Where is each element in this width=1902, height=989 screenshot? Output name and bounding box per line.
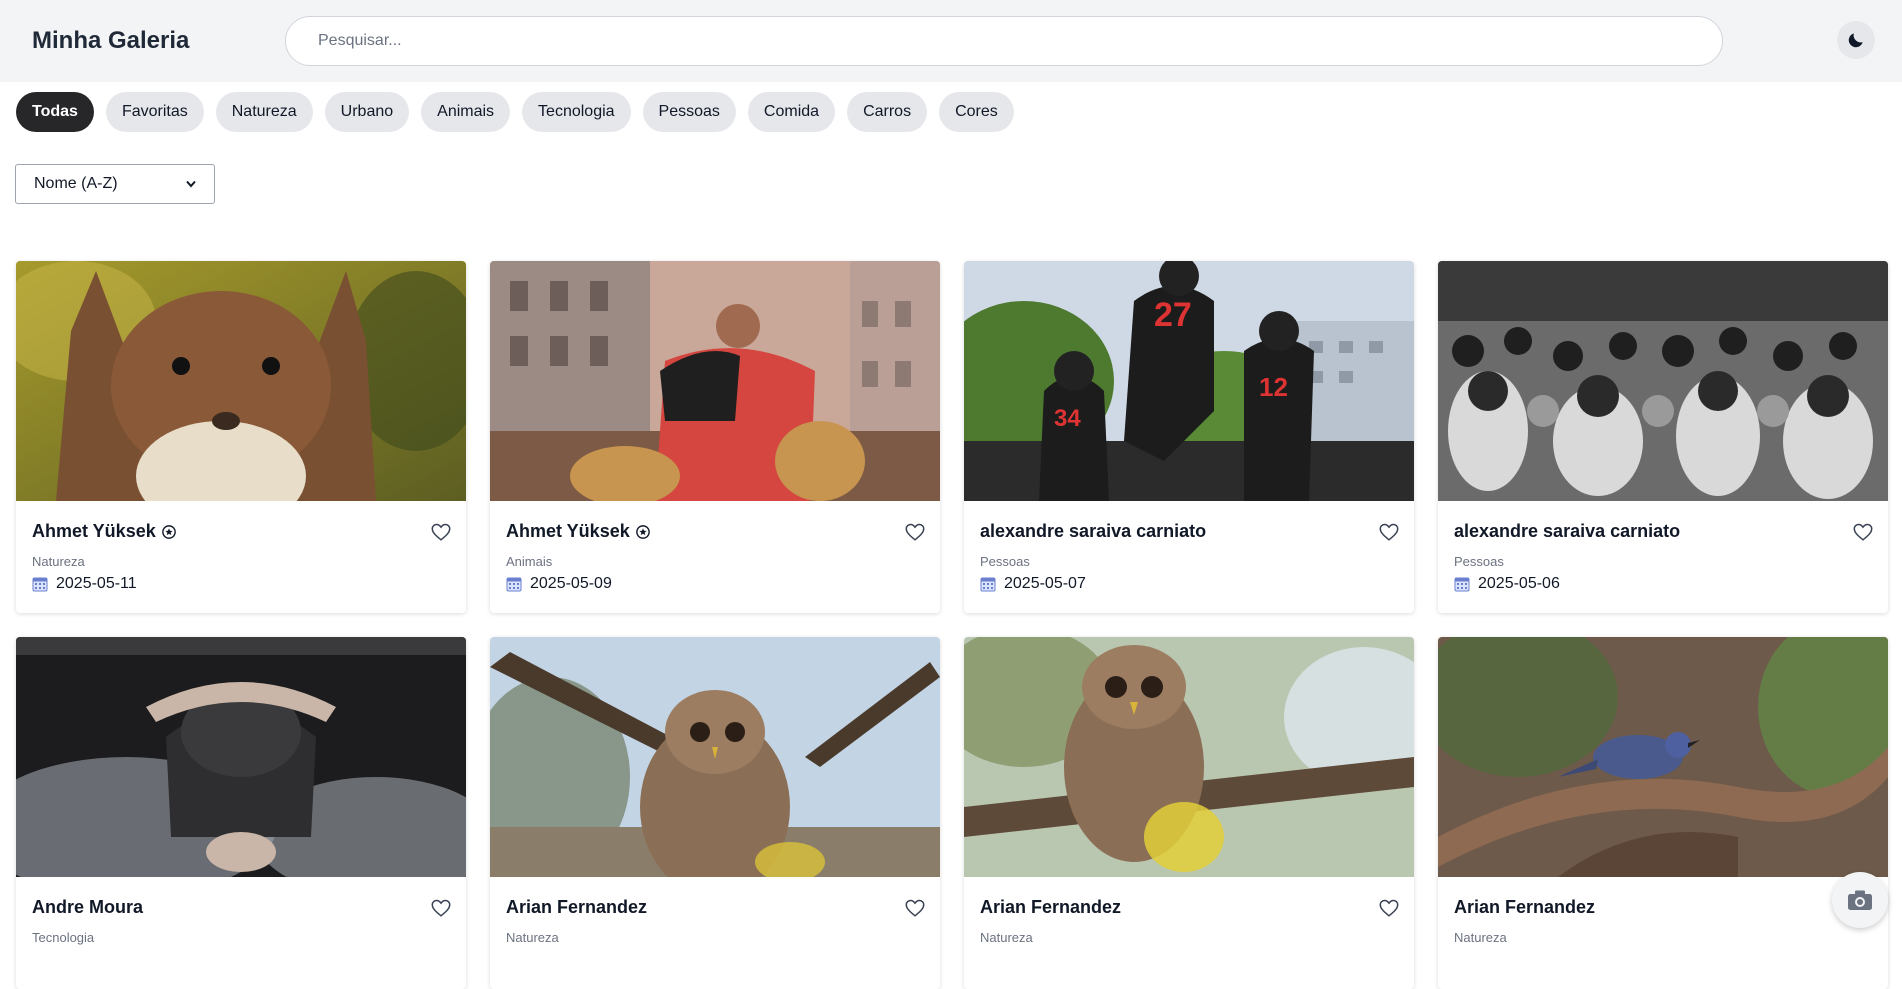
gallery-card[interactable]: Ahmet Yüksek Natureza 2025-05-11: [16, 261, 466, 613]
card-date: 2025-05-07: [1004, 575, 1086, 592]
svg-text:12: 12: [1259, 372, 1288, 402]
filter-chip-natureza[interactable]: Natureza: [215, 92, 313, 132]
gallery-card[interactable]: Andre Moura Tecnologia: [16, 637, 466, 989]
gallery-card[interactable]: 27 34 12 alexandre saraiva carniato Pess…: [964, 261, 1414, 613]
card-author: Arian Fernandez: [1454, 897, 1596, 917]
calendar-icon: [980, 577, 996, 592]
heart-icon[interactable]: [904, 897, 926, 919]
filter-chip-carros[interactable]: Carros: [847, 92, 928, 132]
svg-text:27: 27: [1154, 296, 1192, 334]
filter-chip-pessoas[interactable]: Pessoas: [642, 92, 736, 132]
filter-chip-urbano[interactable]: Urbano: [324, 92, 410, 132]
moon-icon: [1848, 33, 1863, 48]
card-category: Tecnologia: [32, 930, 95, 945]
calendar-icon: [32, 577, 48, 592]
gallery-card[interactable]: alexandre saraiva carniato Pessoas 2025-…: [1438, 261, 1888, 613]
filter-chip-comida[interactable]: Comida: [747, 92, 836, 132]
card-author: Arian Fernandez: [506, 897, 648, 917]
card-category: Natureza: [32, 554, 85, 569]
photo-squirrel[interactable]: [16, 261, 466, 501]
gallery-card[interactable]: Arian Fernandez Natureza: [964, 637, 1414, 989]
photo-crowd-bw[interactable]: [1438, 261, 1888, 501]
chevron-down-icon: [186, 180, 196, 188]
calendar-icon: [506, 577, 522, 592]
photo-owl-2[interactable]: [964, 637, 1414, 877]
header-bar: Minha Galeria: [0, 0, 1902, 82]
card-category: Pessoas: [980, 554, 1030, 569]
photo-owl-1[interactable]: [490, 637, 940, 877]
card-author: alexandre saraiva carniato: [1454, 521, 1681, 541]
filter-chip-tecnologia[interactable]: Tecnologia: [522, 92, 631, 132]
svg-text:34: 34: [1054, 405, 1081, 432]
card-author: Arian Fernandez: [980, 897, 1122, 917]
category-filter-bar: Todas Favoritas Natureza Urbano Animais …: [16, 92, 1014, 132]
camera-icon: [1848, 890, 1872, 910]
sort-select[interactable]: Nome (A-Z): [15, 164, 215, 204]
filter-chip-favoritas[interactable]: Favoritas: [105, 92, 204, 132]
filter-chip-todas[interactable]: Todas: [16, 92, 94, 132]
verified-badge-icon: [635, 524, 650, 539]
filter-chip-cores[interactable]: Cores: [939, 92, 1014, 132]
card-category: Pessoas: [1454, 554, 1504, 569]
heart-icon[interactable]: [1378, 897, 1400, 919]
sort-selected-value: Nome (A-Z): [34, 175, 118, 192]
card-category: Natureza: [506, 930, 559, 945]
card-date: 2025-05-06: [1478, 575, 1560, 592]
verified-badge-icon: [161, 524, 176, 539]
card-category: Natureza: [1454, 930, 1507, 945]
heart-icon[interactable]: [1852, 521, 1874, 543]
theme-toggle-button[interactable]: [1837, 21, 1875, 59]
card-date: 2025-05-09: [530, 575, 612, 592]
photo-man-with-dogs[interactable]: [490, 261, 940, 501]
camera-fab-button[interactable]: [1832, 872, 1888, 928]
filter-chip-animais[interactable]: Animais: [421, 92, 511, 132]
search-input[interactable]: [285, 16, 1723, 66]
photo-football-players[interactable]: 27 34 12: [964, 261, 1414, 501]
card-category: Animais: [506, 554, 553, 569]
card-date: 2025-05-11: [56, 575, 137, 592]
app-title: Minha Galeria: [32, 27, 190, 54]
card-author: Ahmet Yüksek: [506, 521, 630, 541]
gallery-card[interactable]: Arian Fernandez Natureza: [1438, 637, 1888, 989]
card-author: alexandre saraiva carniato: [980, 521, 1207, 541]
card-category: Natureza: [980, 930, 1033, 945]
card-author: Ahmet Yüksek: [32, 521, 156, 541]
gallery-card[interactable]: Ahmet Yüksek Animais 2025-05-09: [490, 261, 940, 613]
heart-icon[interactable]: [430, 521, 452, 543]
card-author: Andre Moura: [32, 897, 144, 917]
heart-icon[interactable]: [1378, 521, 1400, 543]
calendar-icon: [1454, 577, 1470, 592]
photo-blue-bird[interactable]: [1438, 637, 1888, 877]
heart-icon[interactable]: [904, 521, 926, 543]
heart-icon[interactable]: [430, 897, 452, 919]
gallery-card[interactable]: Arian Fernandez Natureza: [490, 637, 940, 989]
gallery-grid: Ahmet Yüksek Natureza 2025-05-11 Ahmet Y…: [16, 261, 1889, 989]
photo-person-smoke[interactable]: [16, 637, 466, 877]
